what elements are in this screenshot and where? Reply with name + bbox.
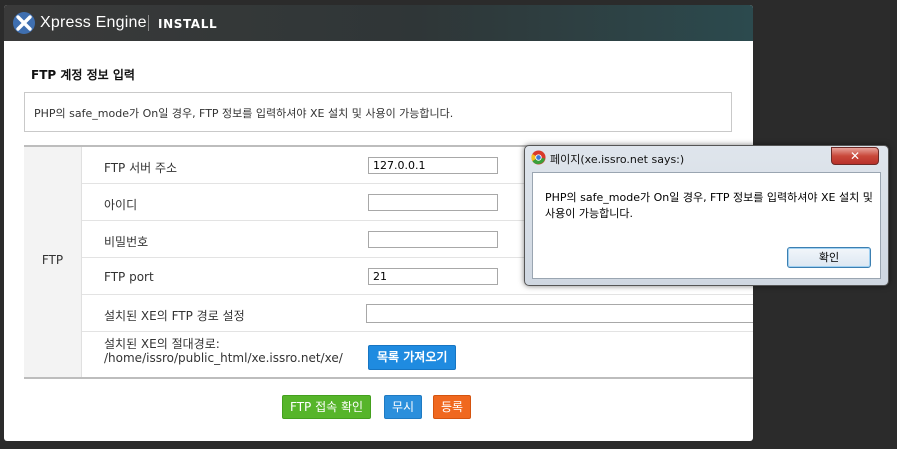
xe-logo-icon xyxy=(13,12,35,34)
header-divider xyxy=(148,15,149,31)
alert-message: PHP의 safe_mode가 On일 경우, FTP 정보를 입력하셔야 XE… xyxy=(545,191,873,220)
alert-body: PHP의 safe_mode가 On일 경우, FTP 정보를 입력하셔야 XE… xyxy=(532,172,881,279)
ftp-password-input[interactable] xyxy=(368,231,498,248)
brand-name: Xpress Engine xyxy=(40,14,147,31)
ftp-group-cell: FTP xyxy=(24,147,82,377)
skip-button[interactable]: 무시 xyxy=(384,395,423,419)
alert-dialog: 페이지(xe.issro.net says:) ✕ PHP의 safe_mode… xyxy=(524,145,889,286)
ftp-id-input[interactable] xyxy=(368,194,498,211)
chrome-icon xyxy=(531,150,546,165)
info-box: PHP의 safe_mode가 On일 경우, FTP 정보를 입력하셔야 XE… xyxy=(24,92,732,132)
row-abs-path: 설치된 XE의 절대경로: /home/issro/public_html/xe… xyxy=(82,332,753,377)
ok-button[interactable]: 확인 xyxy=(787,247,871,268)
ftp-password-label: 비밀번호 xyxy=(104,235,149,249)
close-button[interactable]: ✕ xyxy=(831,147,879,165)
register-button[interactable]: 등록 xyxy=(433,395,472,419)
ftp-group-label: FTP xyxy=(41,253,64,267)
row-ftp-path: 설치된 XE의 FTP 경로 설정 xyxy=(82,295,753,332)
page-title: FTP 계정 정보 입력 xyxy=(31,68,135,82)
abs-path-value: /home/issro/public_html/xe.issro.net/xe/ xyxy=(104,351,343,365)
ftp-path-input[interactable] xyxy=(366,304,753,323)
ftp-path-label: 설치된 XE의 FTP 경로 설정 xyxy=(104,309,245,323)
ftp-server-label: FTP 서버 주소 xyxy=(104,161,178,175)
close-icon: ✕ xyxy=(849,149,861,163)
header-section: INSTALL xyxy=(158,17,218,31)
info-text: PHP의 safe_mode가 On일 경우, FTP 정보를 입력하셔야 XE… xyxy=(34,107,454,120)
ftp-port-input[interactable] xyxy=(368,268,498,285)
header-bar: Xpress Engine INSTALL xyxy=(4,5,753,41)
abs-path-label: 설치된 XE의 절대경로: xyxy=(104,337,220,351)
ftp-id-label: 아이디 xyxy=(104,198,138,212)
alert-title: 페이지(xe.issro.net says:) xyxy=(550,153,685,166)
ftp-check-button[interactable]: FTP 접속 확인 xyxy=(282,395,372,419)
ftp-port-label: FTP port xyxy=(104,270,154,284)
get-list-button[interactable]: 목록 가져오기 xyxy=(368,345,457,370)
ftp-server-input[interactable] xyxy=(368,157,498,174)
abs-path-text: 설치된 XE의 절대경로: /home/issro/public_html/xe… xyxy=(104,337,343,365)
